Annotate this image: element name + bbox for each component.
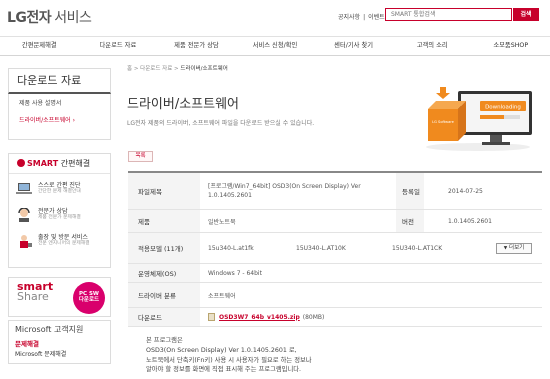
- model-item: 15U340-L.AT10K: [296, 244, 346, 252]
- smart-share-banner[interactable]: smart Share PC SW 다운로드: [8, 277, 111, 317]
- pc-sw-download-badge: PC SW 다운로드: [73, 282, 105, 314]
- search-box: [385, 8, 512, 21]
- product-value: 일반노트북: [208, 218, 236, 226]
- version-label: 버전: [396, 210, 424, 232]
- more-button-label: 더보기: [509, 244, 525, 251]
- breadcrumb-sep: >: [174, 66, 179, 72]
- date-label: 등록일: [396, 173, 424, 209]
- os-value: Windows 7 - 64bit: [208, 269, 262, 277]
- top-link-separator: |: [363, 14, 366, 21]
- smart-help-title: SMART 간편해결: [9, 154, 110, 174]
- smart-share-word2: Share: [17, 290, 49, 304]
- breadcrumb-current: 드라이버/소프트웨어: [180, 66, 228, 72]
- hero-downloading-text: Downloading: [485, 105, 521, 111]
- engineer-visit-icon: [15, 234, 33, 248]
- global-nav: 간편문제해결 다운로드 자료 제품 전문가 상담 서비스 신청/확인 센터/기사…: [0, 36, 550, 56]
- search-input[interactable]: [386, 9, 511, 20]
- sidebar-item-drivers-label: 드라이버/소프트웨어: [19, 117, 71, 124]
- model-item: 15u340-L.at1fk: [208, 244, 254, 252]
- sidebar-item-drivers[interactable]: 드라이버/소프트웨어 ›: [9, 114, 110, 128]
- smart-row-expert[interactable]: 전문가 상담 제품 전문가 문제해결: [9, 203, 110, 226]
- sidebar-item-manuals[interactable]: 제품 사용 설명서: [9, 97, 110, 111]
- description-line: OSD3(On Screen Display) Ver 1.0.1405.260…: [146, 346, 297, 354]
- microsoft-support-banner[interactable]: Microsoft 고객지원 문제해결 Microsoft 문제해결: [8, 320, 111, 364]
- chevron-right-icon: ›: [72, 117, 76, 124]
- logo-brand: LG전자: [7, 10, 52, 26]
- smart-row-self-diagnosis[interactable]: 스스로 간편 진단 간단한 문제 해결안내: [9, 177, 110, 200]
- detail-row-category: 드라이버 분류 소프트웨어: [128, 283, 542, 308]
- os-label: 운영체제(OS): [128, 264, 200, 282]
- detail-row-models: 적용모델 (11개) 15u340-L.at1fk 15U340-L.AT10K…: [128, 233, 542, 264]
- model-item: 15U340-L.AT1CK: [392, 244, 443, 252]
- download-label: 다운로드: [128, 308, 200, 326]
- file-detail-table: 파일제목 [프로그램/Win7_64bit] OSD3(On Screen Di…: [128, 171, 542, 327]
- detail-row-os: 운영체제(OS) Windows 7 - 64bit: [128, 264, 542, 283]
- sidebar-menu: 제품 사용 설명서 드라이버/소프트웨어 ›: [8, 94, 111, 140]
- models-list: 15u340-L.at1fk 15U340-L.AT10K 15U340-L.A…: [208, 242, 542, 254]
- category-value: 소프트웨어: [208, 292, 236, 300]
- file-title-label: 파일제목: [128, 173, 200, 209]
- gnb-item-consumables-shop[interactable]: 소모품SHOP: [471, 37, 550, 55]
- headset-agent-icon: [15, 206, 33, 222]
- list-button[interactable]: 목록: [128, 151, 153, 162]
- description-line: 본 프로그램은: [146, 337, 183, 344]
- sidebar-title: 다운로드 자료: [8, 68, 111, 94]
- smart-title-brand: SMART: [27, 159, 59, 168]
- gnb-item-service-request[interactable]: 서비스 신청/확인: [236, 37, 315, 55]
- detail-row-product: 제품 일반노트북 버전 1.0.1405.2601: [128, 210, 542, 233]
- lg-service-logo[interactable]: LG전자 서비스: [7, 7, 92, 27]
- breadcrumb-downloads[interactable]: 다운로드 자료: [140, 66, 172, 72]
- breadcrumb-home[interactable]: 홈: [127, 66, 132, 72]
- download-hero-illustration: Downloading LG Software: [418, 83, 538, 153]
- hero-box-label: LG Software: [432, 120, 455, 124]
- description-line: 노트북에서 단축키(Fn키) 사용 시 사용자가 필요로 하는 정보나: [146, 356, 312, 364]
- caret-down-icon: ▼: [503, 245, 508, 251]
- detail-row-title: 파일제목 [프로그램/Win7_64bit] OSD3(On Screen Di…: [128, 173, 542, 210]
- models-label: 적용모델 (11개): [128, 233, 200, 263]
- smart-row-sub: 전문 엔지니어의 문제해결: [38, 241, 90, 247]
- file-description: 본 프로그램은 OSD3(On Screen Display) Ver 1.0.…: [146, 336, 312, 375]
- search-button[interactable]: 검색: [513, 8, 539, 21]
- product-label: 제품: [128, 210, 200, 232]
- gnb-item-downloads[interactable]: 다운로드 자료: [79, 37, 158, 55]
- breadcrumb-sep: >: [133, 66, 139, 72]
- zip-file-icon: [208, 313, 215, 321]
- ms-banner-title: Microsoft 고객지원: [15, 325, 84, 334]
- ms-banner-highlight: 문제해결: [15, 340, 39, 348]
- detail-row-download: 다운로드 OSD3W7_64b_v1405.zip (80MB): [128, 308, 542, 327]
- gnb-item-expert-consult[interactable]: 제품 전문가 상담: [157, 37, 236, 55]
- logo-service: 서비스: [54, 10, 92, 26]
- smart-search-icon: [17, 159, 25, 167]
- download-file-link[interactable]: OSD3W7_64b_v1405.zip: [219, 314, 300, 321]
- models-cell: 15u340-L.at1fk 15U340-L.AT10K 15U340-L.A…: [200, 233, 542, 263]
- ms-banner-sub: Microsoft 문제해결: [15, 351, 67, 358]
- notice-link[interactable]: 공지사항: [338, 14, 360, 21]
- page-description: LG전자 제품의 드라이버, 소프트웨어 파일을 다운로드 받으실 수 있습니다…: [127, 120, 315, 127]
- smart-row-sub: 제품 전문가 문제해결: [38, 215, 81, 221]
- gnb-item-center-finder[interactable]: 센터/기사 찾기: [314, 37, 393, 55]
- event-link[interactable]: 이벤트: [368, 14, 385, 21]
- top-links: 공지사항 | 이벤트: [338, 12, 388, 21]
- file-size: (80MB): [302, 313, 325, 321]
- page-title: 드라이버/소프트웨어: [127, 97, 240, 112]
- smart-share-logo: smart Share: [17, 281, 53, 304]
- breadcrumb: 홈 > 다운로드 자료 > 드라이버/소프트웨어: [127, 64, 228, 72]
- description-line: 알아야 할 정보를 화면에 직접 표시해 주는 프로그램입니다.: [146, 366, 302, 374]
- laptop-diagnosis-icon: [15, 182, 33, 196]
- smart-row-sub: 간단한 문제 해결안내: [38, 189, 81, 195]
- smart-help-box: SMART 간편해결 스스로 간편 진단 간단한 문제 해결안내 전문가 상담 제품…: [8, 153, 111, 268]
- category-label: 드라이버 분류: [128, 283, 200, 307]
- date-value: 2014-07-25: [448, 187, 483, 195]
- smart-title-text: 간편해결: [60, 159, 91, 168]
- gnb-item-troubleshoot[interactable]: 간편문제해결: [0, 37, 79, 55]
- badge-line2: 다운로드: [78, 297, 100, 304]
- version-value: 1.0.1405.2601: [448, 217, 492, 225]
- more-models-button[interactable]: ▼ 더보기: [496, 242, 532, 254]
- gnb-item-customer-voice[interactable]: 고객의 소리: [393, 37, 472, 55]
- file-title-value: [프로그램/Win7_64bit] OSD3(On Screen Display…: [208, 183, 361, 199]
- download-cell: OSD3W7_64b_v1405.zip (80MB): [200, 308, 542, 326]
- smart-row-visit[interactable]: 출장 및 방문 서비스 전문 엔지니어의 문제해결: [9, 229, 110, 252]
